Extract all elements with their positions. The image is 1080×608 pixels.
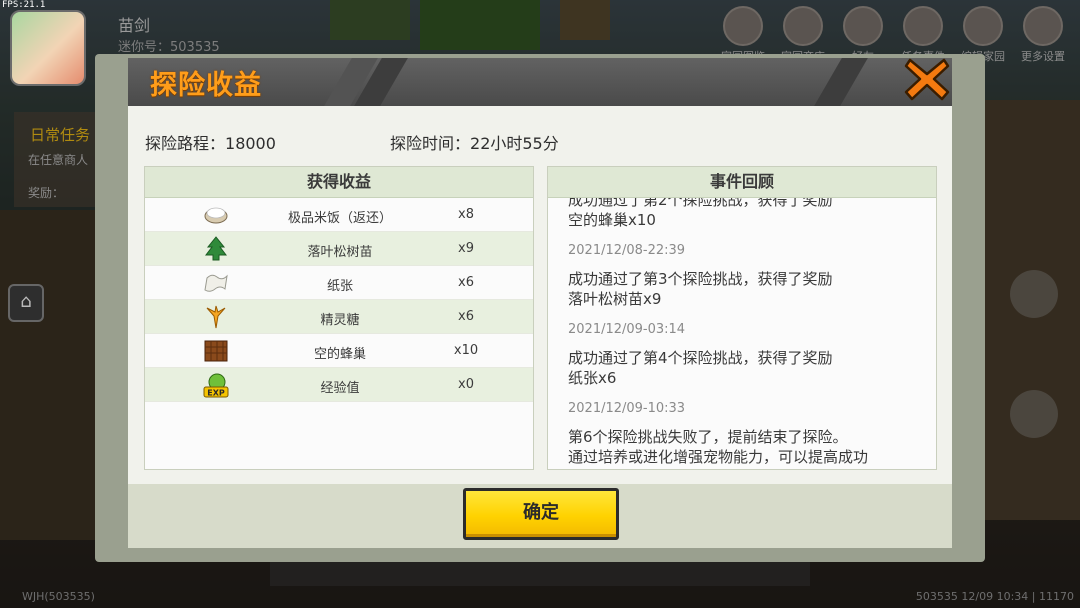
reward-row: 纸张 x6 <box>145 266 533 300</box>
action-control-button[interactable] <box>1010 390 1058 438</box>
reward-quantity: x6 <box>458 275 474 290</box>
confirm-button[interactable]: 确定 <box>463 488 619 540</box>
home-button[interactable]: ⌂ <box>8 284 44 322</box>
rewards-header: 获得收益 <box>145 167 533 198</box>
bottom-status-text: 503535 12/09 10:34 | 11170 <box>915 590 1074 603</box>
dialog-title: 探险收益 <box>150 70 262 101</box>
distance-value: 18000 <box>225 134 276 153</box>
reward-row: 极品米饭（返还） x8 <box>145 198 533 232</box>
event-time: 2021/12/08-22:39 <box>568 243 686 258</box>
pine-sapling-icon <box>205 236 227 261</box>
build-icon <box>963 6 1003 46</box>
beehive-icon <box>204 340 228 362</box>
expedition-rewards-dialog: 探险收益 探险路程：18000 探险时间：22小时55分 获得收益 极品米饭（返… <box>128 58 952 548</box>
time-summary: 探险时间：22小时55分 <box>390 130 559 154</box>
event-text: 第6个探险挑战失败了，提前结束了探险。 通过培养或进化增强宠物能力，可以提高成功… <box>568 428 869 466</box>
reward-row: EXP 经验值 x0 <box>145 368 533 402</box>
reward-quantity: x8 <box>458 207 474 222</box>
close-icon[interactable] <box>904 56 950 102</box>
reward-name: 落叶松树苗 <box>307 245 373 260</box>
reward-row: 落叶松树苗 x9 <box>145 232 533 266</box>
reward-name: 精灵糖 <box>320 313 360 328</box>
events-header: 事件回顾 <box>548 167 936 198</box>
svg-text:EXP: EXP <box>207 389 225 398</box>
reward-row: 空的蜂巢 x10 <box>145 334 533 368</box>
task-icon <box>903 6 943 46</box>
top-menu-item-settings[interactable]: 更多设置 <box>1016 6 1070 64</box>
event-text: 成功通过了第3个探险挑战，获得了奖励 落叶松树苗x9 <box>568 270 833 308</box>
time-label: 探险时间： <box>390 134 471 153</box>
reward-name: 极品米饭（返还） <box>287 211 392 226</box>
player-name: 苗剑 <box>118 16 151 35</box>
reward-name: 纸张 <box>326 279 353 294</box>
player-id: 迷你号：503535 <box>118 40 220 55</box>
friends-icon <box>843 6 883 46</box>
player-avatar[interactable] <box>10 10 86 86</box>
reward-row: 精灵糖 x6 <box>145 300 533 334</box>
distance-summary: 探险路程：18000 <box>145 130 276 154</box>
time-value: 22小时55分 <box>470 134 559 153</box>
reward-quantity: x9 <box>458 241 474 256</box>
events-panel[interactable]: 事件回顾 成功通过了第2个探险挑战，获得了奖励 空的蜂巢x10 2021/12/… <box>547 166 937 470</box>
fairy-candy-icon <box>206 305 226 329</box>
gear-icon <box>1023 6 1063 46</box>
reward-name: 空的蜂巢 <box>313 347 366 362</box>
shop-icon <box>783 6 823 46</box>
home-icon: ⌂ <box>20 291 32 312</box>
reward-quantity: x0 <box>458 377 474 392</box>
events-list: 成功通过了第2个探险挑战，获得了奖励 空的蜂巢x10 2021/12/08-22… <box>568 198 918 468</box>
reward-quantity: x10 <box>453 343 479 358</box>
event-text: 成功通过了第4个探险挑战，获得了奖励 纸张x6 <box>568 349 833 387</box>
event-time: 2021/12/09-03:14 <box>568 322 686 337</box>
distance-label: 探险路程： <box>145 134 226 153</box>
paper-icon <box>204 274 228 292</box>
dialog-header: 探险收益 <box>128 58 952 109</box>
rice-bowl-icon <box>204 207 228 224</box>
bottom-player-tag: WJH(503535) <box>22 590 95 603</box>
reward-quantity: x6 <box>458 309 474 324</box>
fps-counter: FPS:21.1 <box>2 0 46 10</box>
pig-icon <box>723 6 763 46</box>
top-menu-label: 更多设置 <box>1021 50 1065 63</box>
exp-icon: EXP <box>203 373 229 398</box>
rewards-panel: 获得收益 极品米饭（返还） x8 落叶松树苗 x9 纸张 x6 精灵糖 x6 空… <box>144 166 534 470</box>
events-scroll-list[interactable]: 成功通过了第2个探险挑战，获得了奖励 空的蜂巢x10 2021/12/08-22… <box>548 198 934 468</box>
event-time: 2021/12/09-10:33 <box>568 401 686 416</box>
reward-name: 经验值 <box>320 381 360 396</box>
pet-control-button[interactable] <box>1010 270 1058 318</box>
event-text: 成功通过了第2个探险挑战，获得了奖励 空的蜂巢x10 <box>568 198 833 229</box>
